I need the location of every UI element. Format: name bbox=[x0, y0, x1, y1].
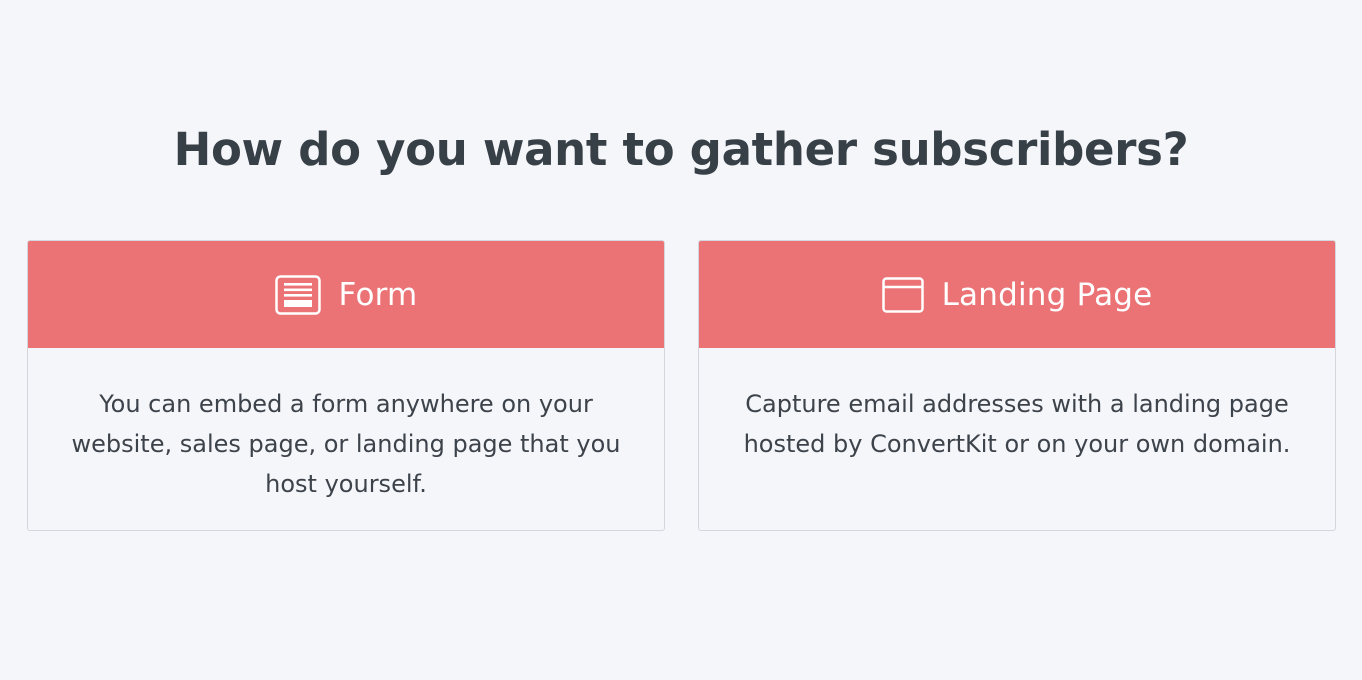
landing-page-option-description: Capture email addresses with a landing p… bbox=[743, 390, 1291, 458]
landing-page-option-header[interactable]: Landing Page bbox=[699, 241, 1335, 348]
browser-window-icon bbox=[881, 276, 924, 313]
page-title: How do you want to gather subscribers? bbox=[173, 123, 1189, 176]
form-option-header[interactable]: Form bbox=[28, 241, 664, 348]
form-option-description: You can embed a form anywhere on your we… bbox=[71, 390, 621, 498]
landing-page-option-card[interactable]: Landing Page Capture email addresses wit… bbox=[698, 240, 1336, 531]
form-option-card[interactable]: Form You can embed a form anywhere on yo… bbox=[27, 240, 665, 531]
form-option-label: Form bbox=[338, 276, 418, 313]
landing-page-option-label: Landing Page bbox=[941, 276, 1153, 313]
form-icon bbox=[274, 274, 321, 315]
